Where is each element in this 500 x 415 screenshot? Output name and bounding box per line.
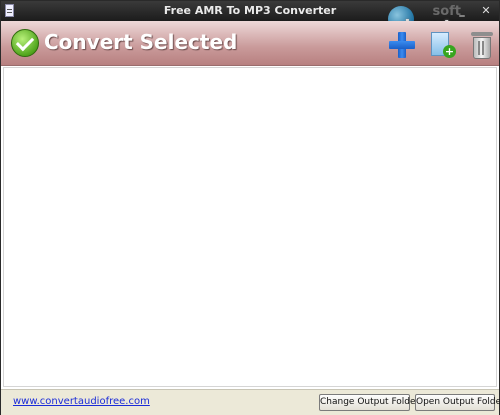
file-list[interactable]	[3, 67, 497, 387]
add-icon[interactable]	[388, 31, 416, 59]
website-link[interactable]: www.convertaudiofree.com	[13, 396, 150, 407]
app-window: Free AMR To MP3 Converter _ ✕ soft plane…	[0, 0, 500, 415]
convert-selected-label: Convert Selected	[44, 30, 238, 54]
open-output-folder-button[interactable]: Open Output Folder	[415, 394, 500, 411]
trash-bin	[473, 37, 491, 59]
change-output-folder-button[interactable]: Change Output Folder	[319, 394, 419, 411]
trash-lid	[471, 32, 493, 36]
status-bar: www.convertaudiofree.com Change Output F…	[1, 389, 500, 415]
trash-icon[interactable]	[469, 31, 497, 59]
plus-badge-icon: +	[443, 45, 456, 58]
add-file-icon[interactable]: +	[429, 31, 457, 59]
check-icon	[11, 29, 39, 57]
toolbar: Convert Selected +	[1, 21, 499, 66]
